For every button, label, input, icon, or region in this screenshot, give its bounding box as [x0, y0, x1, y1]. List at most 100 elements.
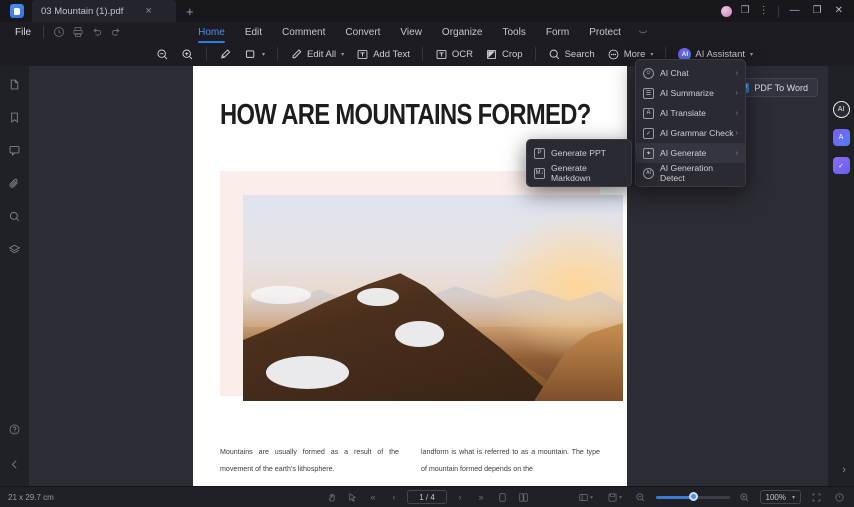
- next-page-button[interactable]: ›: [452, 490, 468, 505]
- menu-label-ai-chat: AI Chat: [660, 68, 689, 78]
- more-label: More: [623, 48, 646, 60]
- divider: [534, 47, 536, 61]
- page-number-input[interactable]: 1 / 4: [407, 490, 447, 504]
- crop-button[interactable]: Crop: [479, 44, 529, 64]
- tab-close-icon[interactable]: ×: [145, 5, 151, 17]
- zoom-in-button[interactable]: [737, 490, 753, 505]
- menu-item-protect[interactable]: Protect: [579, 25, 631, 40]
- submenu-item-generate-markdown[interactable]: M↓ Generate Markdown: [527, 163, 631, 183]
- document-heading: HOW ARE MOUNTAINS FORMED?: [220, 99, 591, 131]
- collapse-sidebar-icon[interactable]: [4, 455, 25, 474]
- fullscreen-button[interactable]: [831, 490, 847, 505]
- menu-item-organize[interactable]: Organize: [432, 25, 493, 40]
- menu-item-home[interactable]: Home: [188, 25, 235, 43]
- attachment-icon[interactable]: [4, 174, 25, 193]
- highlight-button[interactable]: [213, 44, 238, 64]
- right-sidebar: AI A ✓ ›: [828, 66, 854, 486]
- zoom-controls: ▾ ▾ 100% ▾: [575, 490, 847, 505]
- submenu-item-generate-ppt[interactable]: P Generate PPT: [527, 143, 631, 163]
- menu-item-ai-summarize[interactable]: ☰ AI Summarize ›: [636, 83, 745, 103]
- avatar[interactable]: [720, 5, 732, 17]
- divider: [277, 47, 279, 61]
- maximize-button[interactable]: ❐: [811, 6, 824, 16]
- menu-label-ai-generate: AI Generate: [660, 148, 707, 158]
- menu-item-edit[interactable]: Edit: [235, 25, 272, 40]
- zoom-out-button[interactable]: [150, 44, 175, 64]
- scroll-mode-icon[interactable]: ▾: [604, 490, 626, 505]
- menu-item-ai-grammar-check[interactable]: ✓ AI Grammar Check ›: [636, 123, 745, 143]
- ai-summarize-icon: ☰: [643, 87, 654, 99]
- chevron-right-icon: ›: [735, 89, 738, 97]
- search-label: Search: [564, 48, 595, 60]
- layers-icon[interactable]: [4, 240, 25, 259]
- ai-verify-icon[interactable]: ✓: [832, 157, 850, 174]
- search-icon[interactable]: [4, 207, 25, 226]
- single-page-view-icon[interactable]: [494, 490, 510, 505]
- window-controls: ❐ ⋮ — ❐ ✕: [720, 0, 854, 22]
- help-icon[interactable]: [4, 420, 25, 439]
- undo-icon[interactable]: [87, 24, 106, 40]
- menu-item-form[interactable]: Form: [536, 25, 579, 40]
- chevron-down-icon: ▾: [619, 494, 623, 501]
- column-right: landform is what is referred to as a mou…: [421, 444, 600, 478]
- overflow-menu-icon[interactable]: ⋮: [759, 6, 769, 16]
- redo-icon[interactable]: [106, 24, 125, 40]
- continuous-view-icon[interactable]: [515, 490, 531, 505]
- zoom-level-select[interactable]: 100% ▾: [759, 490, 801, 504]
- previous-page-button[interactable]: ‹: [386, 490, 402, 505]
- menu-item-ai-translate[interactable]: A AI Translate ›: [636, 103, 745, 123]
- zoom-out-button[interactable]: [633, 490, 649, 505]
- ai-generate-icon: ✦: [643, 147, 654, 159]
- bookmark-icon[interactable]: [4, 108, 25, 127]
- shape-button[interactable]: ▾: [238, 44, 271, 64]
- chevron-down-icon: ▾: [590, 494, 594, 501]
- menu-item-ai-generate[interactable]: ✦ AI Generate ›: [636, 143, 745, 163]
- zoom-slider[interactable]: [655, 492, 730, 501]
- menu-label-ai-translate: AI Translate: [660, 108, 706, 118]
- divider: [206, 47, 207, 61]
- menu-item-ai-generation-detect[interactable]: AI AI Generation Detect: [636, 163, 745, 183]
- edit-all-button[interactable]: Edit All ▾: [284, 44, 350, 64]
- chevron-right-icon: ›: [735, 129, 738, 137]
- menu-label-ai-summarize: AI Summarize: [660, 88, 714, 98]
- expand-right-panel-icon[interactable]: ›: [842, 464, 846, 476]
- screen-icon[interactable]: ❐: [741, 6, 750, 16]
- menu-item-view[interactable]: View: [390, 25, 432, 40]
- comment-icon[interactable]: [4, 141, 25, 160]
- zoom-in-button[interactable]: [175, 44, 200, 64]
- file-menu-button[interactable]: File: [8, 25, 38, 40]
- ai-assistant-panel-icon[interactable]: A: [832, 129, 850, 146]
- page-layout-icon[interactable]: ▾: [575, 490, 597, 505]
- ocr-button[interactable]: OCR: [429, 44, 479, 64]
- menu-item-comment[interactable]: Comment: [272, 25, 335, 40]
- menu-overflow-icon[interactable]: [637, 26, 649, 38]
- zoom-slider-handle[interactable]: [688, 492, 698, 501]
- search-button[interactable]: Search: [542, 44, 601, 64]
- body-paragraph-right: landform is what is referred to as a mou…: [421, 448, 600, 473]
- main-menu: Home Edit Comment Convert View Organize …: [188, 25, 649, 43]
- first-page-button[interactable]: «: [365, 490, 381, 505]
- print-icon[interactable]: [68, 24, 87, 40]
- ocr-label: OCR: [451, 48, 473, 60]
- menu-item-tools[interactable]: Tools: [493, 25, 536, 40]
- last-page-button[interactable]: »: [473, 490, 489, 505]
- add-text-button[interactable]: Add Text: [350, 44, 416, 64]
- pan-tool-icon[interactable]: [323, 490, 339, 505]
- fit-page-button[interactable]: [808, 490, 824, 505]
- zoom-level-value: 100%: [765, 492, 786, 502]
- menu-bar: File Home Edit Comment Convert View Orga…: [0, 22, 854, 43]
- open-icon[interactable]: [49, 24, 68, 40]
- document-tab[interactable]: 03 Mountain (1).pdf ×: [32, 0, 176, 22]
- new-tab-icon[interactable]: +: [186, 4, 194, 19]
- left-sidebar: [0, 66, 29, 486]
- column-left: Mountains are usually formed as a result…: [220, 444, 399, 478]
- ai-generation-detect-icon: AI: [643, 167, 654, 179]
- page-thumbnails-icon[interactable]: [4, 75, 25, 94]
- app-window: 03 Mountain (1).pdf × + ❐ ⋮ — ❐ ✕ File H…: [0, 0, 854, 507]
- ai-circle-icon[interactable]: AI: [832, 101, 850, 118]
- menu-item-ai-chat[interactable]: ☺ AI Chat ›: [636, 63, 745, 83]
- minimize-button[interactable]: —: [788, 6, 802, 16]
- menu-item-convert[interactable]: Convert: [335, 25, 390, 40]
- close-window-button[interactable]: ✕: [833, 6, 845, 16]
- select-tool-icon[interactable]: [344, 490, 360, 505]
